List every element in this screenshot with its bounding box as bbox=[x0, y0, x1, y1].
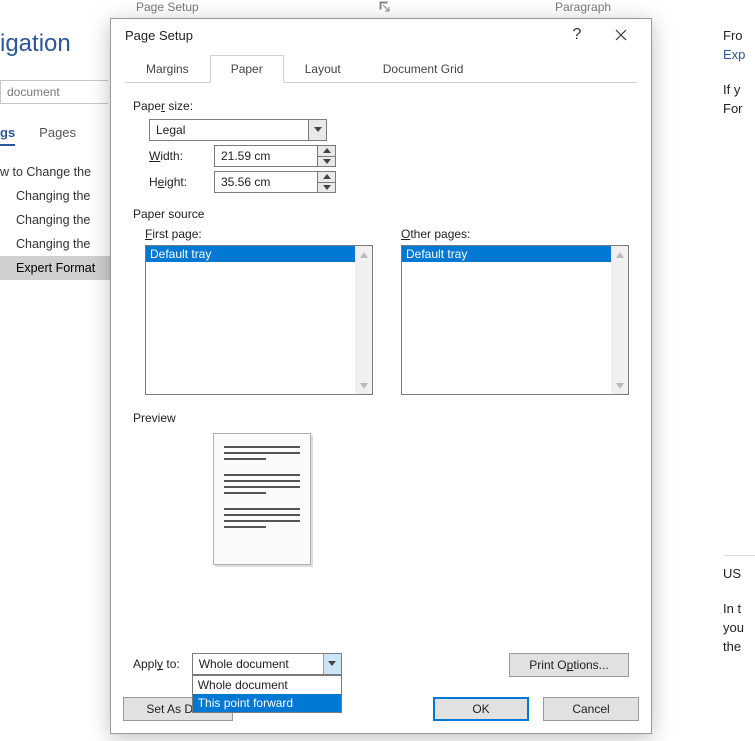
dialog-tabs: Margins Paper Layout Document Grid bbox=[125, 55, 637, 83]
scroll-up-icon[interactable] bbox=[355, 246, 372, 263]
apply-to-dropdown: Whole document This point forward bbox=[192, 675, 342, 713]
apply-to-label: Apply to: bbox=[133, 657, 180, 671]
ok-button[interactable]: OK bbox=[433, 697, 529, 721]
first-page-label: First page: bbox=[145, 227, 373, 241]
chevron-down-icon[interactable] bbox=[308, 120, 326, 140]
apply-to-value: Whole document bbox=[193, 654, 323, 674]
nav-tab-pages[interactable]: Pages bbox=[39, 125, 76, 146]
tab-margins[interactable]: Margins bbox=[125, 55, 210, 83]
first-page-listbox[interactable]: Default tray bbox=[145, 245, 373, 395]
paper-source-label: Paper source bbox=[133, 207, 629, 221]
height-label: Height: bbox=[149, 175, 204, 189]
page-setup-dialog: Page Setup ? Margins Paper Layout Docume… bbox=[110, 18, 652, 734]
print-options-button[interactable]: Print Options... bbox=[509, 653, 629, 677]
ribbon-group-page-setup: Page Setup bbox=[136, 0, 199, 14]
preview-label: Preview bbox=[133, 411, 629, 425]
scroll-down-icon[interactable] bbox=[355, 377, 372, 394]
width-spinner[interactable]: 21.59 cm bbox=[214, 145, 336, 167]
paper-size-value: Legal bbox=[150, 120, 308, 140]
tab-layout[interactable]: Layout bbox=[284, 55, 362, 83]
doc-text-fragment: If y bbox=[723, 82, 755, 97]
paper-size-combo[interactable]: Legal bbox=[149, 119, 327, 141]
dropdown-option[interactable]: Whole document bbox=[193, 676, 341, 694]
doc-text-fragment: For bbox=[723, 101, 755, 116]
cancel-button[interactable]: Cancel bbox=[543, 697, 639, 721]
scrollbar[interactable] bbox=[355, 246, 372, 394]
list-item[interactable]: Default tray bbox=[402, 246, 611, 262]
search-document-input[interactable]: document bbox=[0, 80, 108, 104]
scrollbar[interactable] bbox=[611, 246, 628, 394]
close-button[interactable] bbox=[599, 21, 643, 49]
spinner-up-icon[interactable] bbox=[318, 172, 335, 183]
nav-tab-headings[interactable]: gs bbox=[0, 125, 15, 146]
spinner-down-icon[interactable] bbox=[318, 183, 335, 193]
dropdown-option[interactable]: This point forward bbox=[193, 694, 341, 712]
scroll-up-icon[interactable] bbox=[611, 246, 628, 263]
other-pages-listbox[interactable]: Default tray bbox=[401, 245, 629, 395]
doc-text-fragment: the bbox=[723, 639, 755, 654]
doc-text-fragment: you bbox=[723, 620, 755, 635]
tab-paper[interactable]: Paper bbox=[210, 55, 284, 83]
doc-text-fragment: Fro bbox=[723, 28, 755, 43]
width-value[interactable]: 21.59 cm bbox=[215, 146, 317, 166]
width-label: Width: bbox=[149, 149, 204, 163]
navigation-pane-title: igation bbox=[0, 30, 71, 58]
chevron-down-icon[interactable] bbox=[323, 654, 341, 674]
dialog-launcher-icon[interactable] bbox=[378, 0, 392, 14]
doc-text-fragment: Exp bbox=[723, 47, 755, 62]
apply-to-combo[interactable]: Whole document bbox=[192, 653, 342, 675]
help-button[interactable]: ? bbox=[555, 21, 599, 49]
preview-thumbnail bbox=[213, 433, 311, 565]
ribbon-group-paragraph: Paragraph bbox=[555, 0, 611, 14]
scroll-down-icon[interactable] bbox=[611, 377, 628, 394]
list-item[interactable]: Default tray bbox=[146, 246, 355, 262]
paper-size-label: Paper size: bbox=[133, 99, 629, 113]
spinner-down-icon[interactable] bbox=[318, 157, 335, 167]
doc-text-fragment: In t bbox=[723, 601, 755, 616]
height-value[interactable]: 35.56 cm bbox=[215, 172, 317, 192]
height-spinner[interactable]: 35.56 cm bbox=[214, 171, 336, 193]
other-pages-label: Other pages: bbox=[401, 227, 629, 241]
dialog-title: Page Setup bbox=[125, 28, 555, 43]
doc-text-fragment: US bbox=[723, 566, 755, 581]
tab-document-grid[interactable]: Document Grid bbox=[362, 55, 485, 83]
spinner-up-icon[interactable] bbox=[318, 146, 335, 157]
